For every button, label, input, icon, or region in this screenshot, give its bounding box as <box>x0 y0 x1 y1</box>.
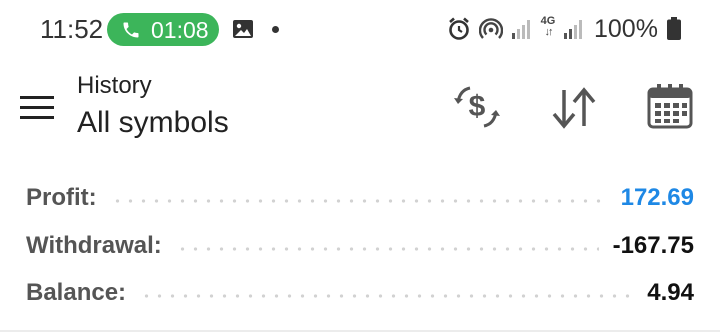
menu-line <box>20 106 54 109</box>
app-bar: History All symbols $ <box>0 60 720 160</box>
hotspot-icon <box>479 18 503 39</box>
balance-value: 4.94 <box>647 279 694 306</box>
call-timer: 01:08 <box>151 17 209 43</box>
dotted-leader <box>110 199 607 203</box>
profit-value: 172.69 <box>620 184 694 211</box>
network-type-indicator: 4G ↓↑ <box>539 16 557 42</box>
gallery-icon <box>233 20 253 38</box>
dotted-leader <box>175 247 599 251</box>
signal-icon <box>564 20 582 39</box>
status-time: 11:52 <box>40 14 104 44</box>
phone-icon <box>123 22 139 38</box>
signal-icon <box>512 20 530 39</box>
alarm-icon <box>449 17 469 40</box>
currency-exchange-icon[interactable]: $ <box>452 82 502 132</box>
page-subtitle: History <box>77 72 152 99</box>
balance-label: Balance: <box>26 279 127 306</box>
withdrawal-row: Withdrawal: -167.75 <box>26 226 694 266</box>
dotted-leader <box>140 294 634 298</box>
balance-row: Balance: 4.94 <box>26 273 694 313</box>
menu-button[interactable] <box>18 92 58 122</box>
page-title[interactable]: All symbols <box>77 106 229 140</box>
svg-text:$: $ <box>469 90 486 123</box>
notification-dot-icon <box>272 26 279 33</box>
menu-line <box>20 96 54 99</box>
data-transfer-icon: ↓↑ <box>544 26 554 38</box>
status-bar: 11:52 01:08 4G ↓↑ 100% <box>0 0 720 60</box>
ongoing-call-pill[interactable]: 01:08 <box>107 13 219 46</box>
menu-line <box>20 116 54 119</box>
profit-row: Profit: 172.69 <box>26 178 694 218</box>
withdrawal-label: Withdrawal: <box>26 232 162 259</box>
profit-label: Profit: <box>26 184 97 211</box>
battery-icon <box>667 17 681 40</box>
calendar-icon[interactable] <box>646 82 694 130</box>
battery-percentage: 100% <box>594 15 658 43</box>
sort-icon[interactable] <box>550 86 598 130</box>
withdrawal-value: -167.75 <box>612 232 694 259</box>
